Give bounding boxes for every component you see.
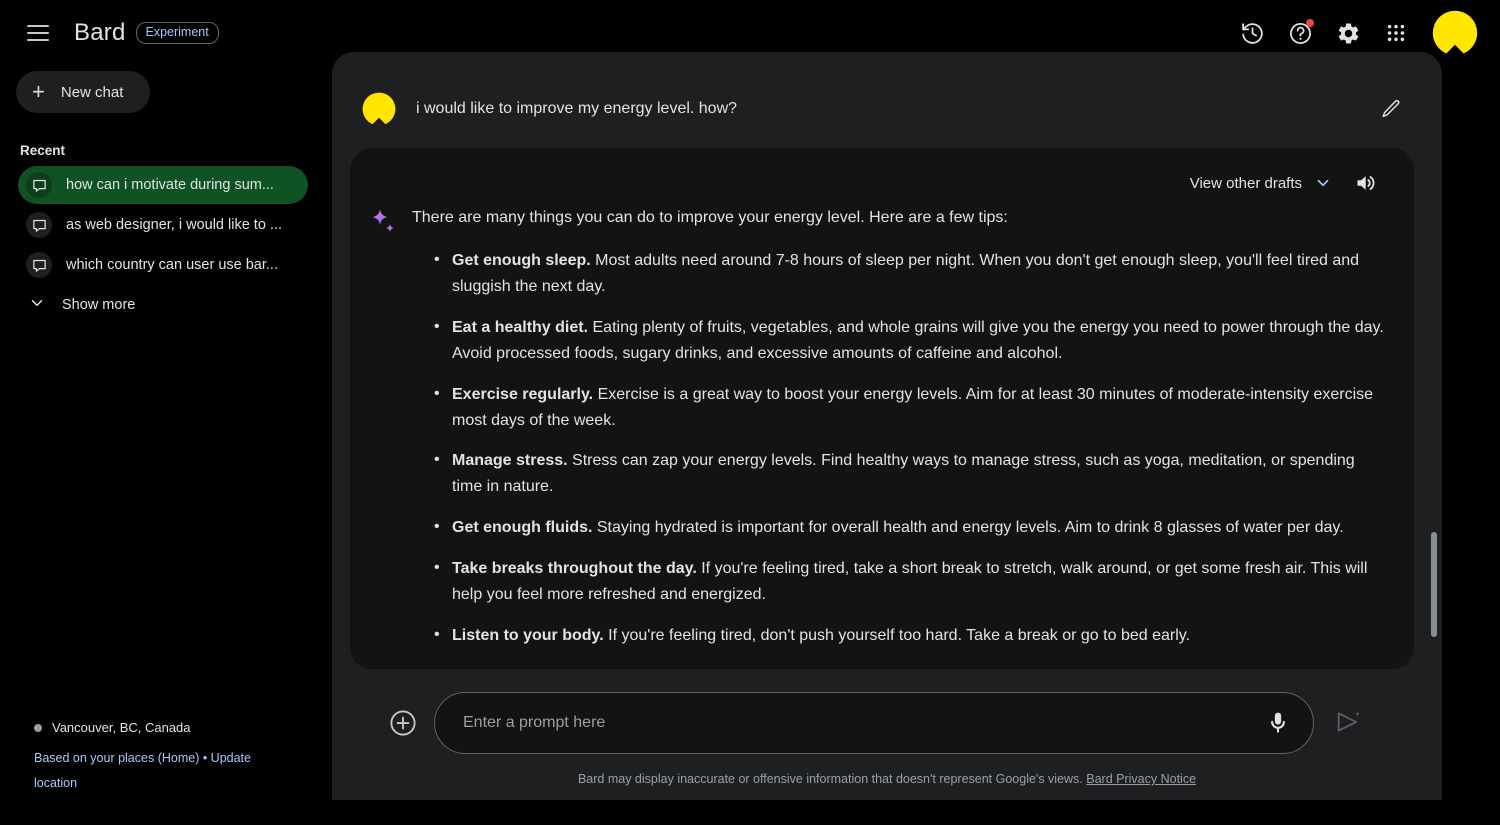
gear-icon[interactable] <box>1326 11 1370 55</box>
microphone-icon[interactable] <box>1265 710 1291 736</box>
recent-chat-list: how can i motivate during sum... as web … <box>0 166 332 284</box>
new-chat-label: New chat <box>60 83 124 101</box>
new-chat-button[interactable]: + New chat <box>16 71 150 113</box>
chat-item-label: which country can user use bar... <box>66 257 278 273</box>
location-row: Vancouver, BC, Canada <box>34 720 304 735</box>
user-message: i would like to improve my energy level.… <box>332 52 1442 126</box>
bard-app: Bard Experiment + New chat Recent how ca… <box>0 0 1500 825</box>
plus-circle-icon[interactable] <box>388 708 418 738</box>
composer-row <box>332 692 1442 754</box>
tip-body: Eating plenty of fruits, vegetables, and… <box>452 318 1384 362</box>
show-more-label: Show more <box>62 297 136 313</box>
tip-title: Eat a healthy diet. <box>452 318 589 336</box>
prompt-input[interactable] <box>463 714 1253 732</box>
response-card: View other drafts There are many things … <box>350 148 1414 669</box>
drafts-label: View other drafts <box>1189 174 1302 192</box>
tips-list: Get enough sleep. Most adults need aroun… <box>432 247 1388 649</box>
recent-heading: Recent <box>20 143 66 158</box>
card-bottom-edge <box>350 659 1414 669</box>
edit-pencil-icon[interactable] <box>1374 92 1408 126</box>
list-item: Get enough fluids. Staying hydrated is i… <box>432 514 1388 541</box>
location-info: Vancouver, BC, Canada Based on your plac… <box>34 720 304 795</box>
help-notification-dot <box>1306 19 1314 27</box>
tip-title: Get enough sleep. <box>452 252 591 269</box>
sidebar: + New chat Recent how can i motivate dur… <box>0 66 332 825</box>
user-prompt-text: i would like to improve my energy level.… <box>416 100 738 117</box>
chevron-down-icon <box>28 294 46 316</box>
update-location-link[interactable]: Based on your places (Home) • Update loc… <box>34 746 266 795</box>
app-title: Bard <box>74 19 126 46</box>
brand: Bard Experiment <box>74 19 219 47</box>
list-item: Eat a healthy diet. Eating plenty of fru… <box>432 314 1388 367</box>
sidebar-chat-item-1[interactable]: how can i motivate during sum... <box>18 166 308 204</box>
sidebar-chat-item-3[interactable]: which country can user use bar... <box>18 246 308 284</box>
tip-title: Exercise regularly. <box>452 385 594 403</box>
disclaimer-text: Bard may display inaccurate or offensive… <box>577 772 1083 786</box>
disclaimer: Bard may display inaccurate or offensive… <box>578 772 1196 786</box>
chat-bubble-icon <box>26 212 52 238</box>
top-bar-actions <box>1230 10 1500 56</box>
tip-body: If you're feeling tired, don't push your… <box>603 626 1191 644</box>
location-name: Vancouver, BC, Canada <box>52 720 191 736</box>
tip-title: Listen to your body. <box>452 626 604 644</box>
bard-sparkle-icon <box>368 208 398 238</box>
chat-panel: i would like to improve my energy level.… <box>332 52 1442 800</box>
scrollbar-thumb[interactable] <box>1431 532 1437 637</box>
send-icon[interactable] <box>1334 708 1364 738</box>
history-icon[interactable] <box>1230 11 1274 55</box>
privacy-notice-link[interactable]: Bard Privacy Notice <box>1086 772 1196 786</box>
list-item: Manage stress. Stress can zap your energ… <box>432 447 1388 500</box>
tip-body: Staying hydrated is important for overal… <box>592 519 1344 537</box>
chat-bubble-icon <box>26 252 52 278</box>
prompt-input-container[interactable] <box>434 692 1314 754</box>
location-pin-icon <box>34 723 42 732</box>
drafts-row: View other drafts <box>368 166 1388 200</box>
apps-grid-icon[interactable] <box>1374 11 1418 55</box>
experiment-badge: Experiment <box>135 22 219 44</box>
list-item: Take breaks throughout the day. If you'r… <box>432 555 1388 608</box>
chevron-down-icon <box>1314 174 1332 192</box>
composer: Bard may display inaccurate or offensive… <box>332 682 1442 800</box>
chat-item-label: how can i motivate during sum... <box>66 177 274 193</box>
sidebar-chat-item-2[interactable]: as web designer, i would like to ... <box>18 206 308 244</box>
tip-title: Manage stress. <box>452 452 568 470</box>
chat-bubble-icon <box>26 172 52 198</box>
list-item: Listen to your body. If you're feeling t… <box>432 622 1388 649</box>
user-avatar <box>362 92 396 126</box>
speaker-icon[interactable] <box>1354 171 1378 195</box>
hamburger-icon[interactable] <box>14 9 62 57</box>
assistant-message: There are many things you can do to impr… <box>368 200 1388 664</box>
plus-icon: + <box>32 79 45 104</box>
help-icon[interactable] <box>1278 11 1322 55</box>
list-item: Get enough sleep. Most adults need aroun… <box>432 247 1388 300</box>
tip-body: Stress can zap your energy levels. Find … <box>452 452 1355 496</box>
view-other-drafts-button[interactable]: View other drafts <box>1190 174 1332 192</box>
list-item: Exercise regularly. Exercise is a great … <box>432 381 1388 434</box>
answer-intro: There are many things you can do to impr… <box>412 209 1008 226</box>
chat-item-label: as web designer, i would like to ... <box>66 217 283 233</box>
avatar[interactable] <box>1432 10 1478 56</box>
scrollbar-track[interactable] <box>1429 82 1439 782</box>
tip-title: Get enough fluids. <box>452 519 593 537</box>
show-more-button[interactable]: Show more <box>18 286 308 324</box>
tip-title: Take breaks throughout the day. <box>452 560 697 578</box>
assistant-answer: There are many things you can do to impr… <box>412 206 1388 664</box>
